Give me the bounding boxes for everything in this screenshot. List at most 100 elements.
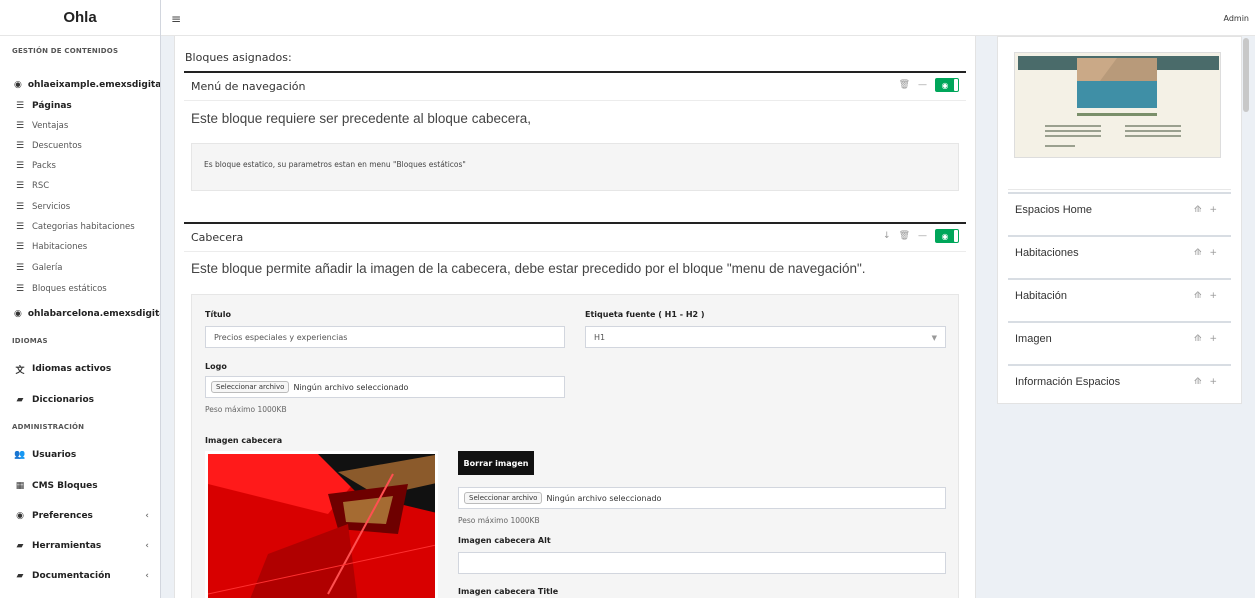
sidebar-item-usuarios[interactable]: 👥 Usuarios bbox=[0, 448, 160, 462]
template-item-label: Imagen bbox=[1015, 333, 1052, 345]
sidebar-item-label: Descuentos bbox=[32, 141, 82, 151]
sidebar-item-cms-bloques[interactable]: ▦ CMS Bloques bbox=[0, 479, 160, 493]
grid-icon: ▦ bbox=[15, 481, 25, 491]
globe-icon: ◉ bbox=[14, 80, 22, 90]
alt-input[interactable] bbox=[458, 552, 946, 574]
sidebar-item-paginas[interactable]: ☰ Páginas bbox=[0, 99, 160, 113]
list-icon: ☰ bbox=[15, 242, 25, 252]
list-icon: ☰ bbox=[15, 121, 25, 131]
title-input[interactable]: Precios especiales y experiencias bbox=[205, 326, 565, 348]
minus-icon[interactable]: — bbox=[918, 80, 927, 90]
sidebar-item-label: Páginas bbox=[32, 101, 72, 111]
static-block-note: Es bloque estatico, su parametros estan … bbox=[191, 143, 959, 191]
block-tools: 🗑 — ◉ bbox=[899, 78, 959, 92]
preview-image bbox=[1015, 53, 1220, 157]
sidebar-item-idiomas-activos[interactable]: 文 Idiomas activos bbox=[0, 362, 160, 376]
list-icon: ☰ bbox=[15, 222, 25, 232]
delete-image-button[interactable]: Borrar imagen bbox=[458, 451, 534, 475]
sidebar-site-ohlaeixample[interactable]: ◉ ohlaeixample.emexsdigital.com bbox=[0, 78, 160, 92]
sidebar-item-label: Habitaciones bbox=[32, 242, 88, 252]
move-icon[interactable]: ⟰ bbox=[1194, 248, 1210, 258]
list-icon: ☰ bbox=[15, 202, 25, 212]
list-icon: ☰ bbox=[15, 181, 25, 191]
arrow-down-icon[interactable]: ↓ bbox=[883, 231, 891, 241]
font-tag-select[interactable]: H1 ▼ bbox=[585, 326, 946, 348]
sidebar-item-preferences[interactable]: ◉ Preferences ‹ bbox=[0, 509, 160, 523]
move-icon[interactable]: ⟰ bbox=[1194, 377, 1210, 387]
template-item-informacion-espacios[interactable]: Información Espacios ⟰+ bbox=[1008, 364, 1231, 398]
block-header: Menú de navegación 🗑 — ◉ bbox=[184, 73, 966, 101]
max-size-hint: Peso máximo 1000KB bbox=[458, 516, 540, 525]
trash-icon[interactable]: 🗑 bbox=[899, 231, 910, 241]
template-item-habitacion[interactable]: Habitación ⟰+ bbox=[1008, 278, 1231, 312]
title-attr-label: Imagen cabecera Title bbox=[458, 587, 559, 596]
user-menu[interactable]: Admin bbox=[1224, 14, 1250, 23]
sidebar: Ohla GESTIÓN DE CONTENIDOS ◉ ohlaeixampl… bbox=[0, 0, 161, 598]
move-icon[interactable]: ⟰ bbox=[1194, 334, 1210, 344]
block-tools: ↓ 🗑 — ◉ bbox=[883, 229, 959, 243]
nav-block: Menú de navegación 🗑 — ◉ Este bloque req… bbox=[184, 71, 966, 206]
caret-down-icon: ▼ bbox=[931, 334, 937, 342]
max-size-hint: Peso máximo 1000KB bbox=[205, 405, 287, 414]
sidebar-item-label: Servicios bbox=[32, 202, 71, 212]
page-scrollbar[interactable] bbox=[1243, 38, 1249, 112]
plus-icon[interactable]: + bbox=[1209, 334, 1225, 344]
template-item-tools: ⟰+ bbox=[1194, 377, 1225, 387]
book-icon: ▰ bbox=[16, 571, 24, 581]
hamburger-icon[interactable]: ≡ bbox=[171, 12, 181, 26]
plus-icon[interactable]: + bbox=[1209, 248, 1225, 258]
sidebar-item-diccionarios[interactable]: ▰ Diccionarios bbox=[0, 393, 160, 407]
sidebar-item-documentacion[interactable]: ▰ Documentación ‹ bbox=[0, 569, 160, 583]
sidebar-item-label: Ventajas bbox=[32, 121, 69, 131]
sidebar-item-label: Documentación bbox=[32, 571, 111, 581]
sidebar-site-ohlabarcelona[interactable]: ◉ ohlabarcelona.emexsdigital.com bbox=[0, 307, 160, 321]
sidebar-item-galeria[interactable]: ☰ Galería bbox=[0, 261, 160, 275]
font-tag-value: H1 bbox=[594, 333, 606, 342]
sidebar-item-bloques-estaticos[interactable]: ☰ Bloques estáticos bbox=[0, 282, 160, 296]
sidebar-item-rsc[interactable]: ☰ RSC bbox=[0, 179, 160, 193]
sidebar-item-servicios[interactable]: ☰ Servicios bbox=[0, 200, 160, 214]
move-icon[interactable]: ⟰ bbox=[1194, 291, 1210, 301]
assigned-blocks-label: Bloques asignados: bbox=[185, 51, 292, 64]
header-form: Título Precios especiales y experiencias… bbox=[191, 294, 959, 598]
template-item-label: Habitaciones bbox=[1015, 247, 1079, 259]
plus-icon[interactable]: + bbox=[1209, 377, 1225, 387]
template-item-imagen[interactable]: Imagen ⟰+ bbox=[1008, 321, 1231, 355]
sidebar-item-habitaciones[interactable]: ☰ Habitaciones bbox=[0, 240, 160, 254]
sidebar-item-herramientas[interactable]: ▰ Herramientas ‹ bbox=[0, 539, 160, 553]
minus-icon[interactable]: — bbox=[918, 231, 927, 241]
visibility-toggle[interactable]: ◉ bbox=[935, 229, 959, 243]
logo-file-input[interactable]: Seleccionar archivo Ningún archivo selec… bbox=[205, 376, 565, 398]
header-image-file-input[interactable]: Seleccionar archivo Ningún archivo selec… bbox=[458, 487, 946, 509]
plus-icon[interactable]: + bbox=[1209, 205, 1225, 215]
header-image-label: Imagen cabecera bbox=[205, 436, 283, 445]
eye-icon: ◉ bbox=[941, 231, 949, 241]
book-icon: ▰ bbox=[16, 395, 24, 405]
template-item-tools: ⟰+ bbox=[1194, 248, 1225, 258]
template-preview-thumbnail[interactable] bbox=[1014, 52, 1221, 158]
template-item-label: Habitación bbox=[1015, 290, 1067, 302]
trash-icon[interactable]: 🗑 bbox=[899, 80, 910, 90]
language-icon: 文 bbox=[15, 365, 25, 376]
plus-icon[interactable]: + bbox=[1209, 291, 1225, 301]
list-icon: ☰ bbox=[15, 263, 25, 273]
sidebar-item-ventajas[interactable]: ☰ Ventajas bbox=[0, 119, 160, 133]
sidebar-item-categorias-habitaciones[interactable]: ☰ Categorias habitaciones bbox=[0, 220, 160, 234]
visibility-toggle[interactable]: ◉ bbox=[935, 78, 959, 92]
block-description: Este bloque requiere ser precedente al b… bbox=[191, 111, 531, 126]
template-item-habitaciones[interactable]: Habitaciones ⟰+ bbox=[1008, 235, 1231, 269]
eye-icon: ◉ bbox=[941, 80, 949, 90]
block-title: Cabecera bbox=[191, 231, 244, 244]
move-icon[interactable]: ⟰ bbox=[1194, 205, 1210, 215]
sidebar-item-descuentos[interactable]: ☰ Descuentos bbox=[0, 139, 160, 153]
template-item-espacios-home[interactable]: Espacios Home ⟰+ bbox=[1008, 192, 1231, 226]
template-item-tools: ⟰+ bbox=[1194, 291, 1225, 301]
select-file-button[interactable]: Seleccionar archivo bbox=[464, 492, 543, 504]
template-item-label: Espacios Home bbox=[1015, 204, 1093, 216]
sidebar-item-label: Categorias habitaciones bbox=[32, 222, 135, 232]
sidebar-item-label: Diccionarios bbox=[32, 395, 95, 405]
sidebar-item-packs[interactable]: ☰ Packs bbox=[0, 159, 160, 173]
template-item-label: Información Espacios bbox=[1015, 376, 1121, 388]
select-file-button[interactable]: Seleccionar archivo bbox=[211, 381, 290, 393]
brand-logo[interactable]: Ohla bbox=[0, 0, 160, 36]
